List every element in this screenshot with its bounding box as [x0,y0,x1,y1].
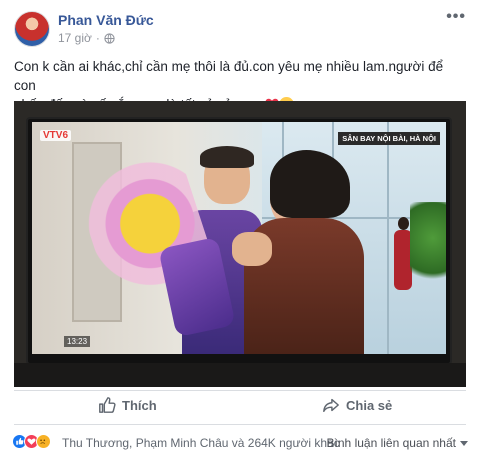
divider-bottom [14,424,466,425]
author-name[interactable]: Phan Văn Đức [58,12,154,28]
sad-icon [36,434,51,449]
share-label: Chia sẻ [346,397,393,413]
separator-dot: · [95,31,100,45]
divider-top [14,390,466,391]
author-avatar[interactable] [14,11,50,47]
post-meta: 17 giờ · [58,31,115,45]
thumbs-up-icon [99,397,116,413]
comment-filter-dropdown[interactable]: Bình luận liên quan nhất [327,436,468,450]
facebook-post: Phan Văn Đức 17 giờ · ••• Con k cần ai k… [0,0,480,465]
post-photo[interactable]: VTV6 SÂN BAY NỘI BÀI, HÀ NỘI 13:23 [14,101,466,387]
tv-screen: VTV6 SÂN BAY NỘI BÀI, HÀ NỘI 13:23 [32,122,446,354]
comment-filter-label: Bình luận liên quan nhất [326,436,456,450]
like-label: Thích [122,397,157,413]
post-time[interactable]: 17 giờ [58,31,92,45]
share-arrow-icon [323,398,339,413]
chevron-down-icon [460,440,468,446]
more-options-icon[interactable]: ••• [446,8,466,26]
location-caption: SÂN BAY NỘI BÀI, HÀ NỘI [338,132,440,145]
reaction-summary[interactable]: Thu Thương, Phạm Minh Châu và 264K người… [62,436,340,450]
tv-stand [14,363,466,387]
like-button[interactable]: Thích [98,396,157,414]
broadcast-clock: 13:23 [64,336,91,347]
share-button[interactable]: Chia sẻ [322,396,392,414]
reaction-icons[interactable] [12,434,51,449]
channel-logo: VTV6 [40,130,72,141]
post-text-line-1: Con k cần ai khác,chỉ cần mẹ thôi là đủ.… [14,59,444,93]
globe-icon [104,32,115,44]
